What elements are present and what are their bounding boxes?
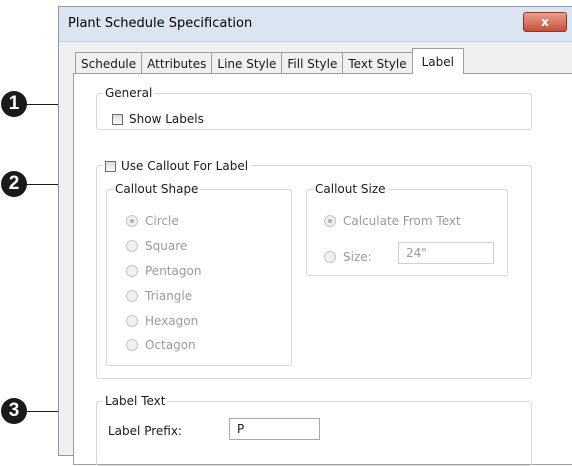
radio-calculate-button[interactable] xyxy=(324,215,336,227)
radio-pentagon-label: Pentagon xyxy=(145,264,202,278)
size-input[interactable]: 24" xyxy=(398,242,494,264)
radio-octagon-label: Octagon xyxy=(145,338,196,352)
radio-square-button[interactable] xyxy=(126,240,138,252)
radio-hexagon-button[interactable] xyxy=(126,315,138,327)
radio-hexagon-label: Hexagon xyxy=(145,314,199,328)
label-tab-panel: General Show Labels Use Callout For Labe… xyxy=(73,73,572,466)
radio-size-label: Size: xyxy=(343,250,372,264)
radio-triangle-button[interactable] xyxy=(126,290,138,302)
radio-octagon-button[interactable] xyxy=(126,339,138,351)
callout-number-2: 2 xyxy=(1,171,27,197)
use-callout-checkbox[interactable]: Use Callout For Label xyxy=(103,159,252,173)
tab-strip: Schedule Attributes Line Style Fill Styl… xyxy=(75,48,464,74)
radio-circle[interactable]: Circle xyxy=(126,214,179,228)
radio-size-button[interactable] xyxy=(324,251,336,263)
general-legend: General xyxy=(105,86,153,100)
show-labels-checkbox[interactable]: Show Labels xyxy=(112,112,204,126)
radio-circle-button[interactable] xyxy=(126,215,138,227)
show-labels-label: Show Labels xyxy=(129,112,204,126)
callout-number-3: 3 xyxy=(1,398,27,424)
label-text-legend: Label Text xyxy=(105,394,166,408)
radio-pentagon-button[interactable] xyxy=(126,265,138,277)
radio-square-label: Square xyxy=(145,239,188,253)
radio-calculate-from-text[interactable]: Calculate From Text xyxy=(324,214,461,228)
label-prefix-label: Label Prefix: xyxy=(108,424,182,438)
close-button[interactable]: x xyxy=(523,12,567,32)
radio-triangle-label: Triangle xyxy=(145,289,193,303)
tab-fill-style[interactable]: Fill Style xyxy=(281,52,344,74)
radio-square[interactable]: Square xyxy=(126,239,187,253)
radio-octagon[interactable]: Octagon xyxy=(126,338,196,352)
dialog-title: Plant Schedule Specification xyxy=(68,16,253,31)
show-labels-checkbox-box[interactable] xyxy=(112,113,123,125)
tab-label[interactable]: Label xyxy=(411,48,464,74)
tab-line-style[interactable]: Line Style xyxy=(211,52,283,74)
callout-shape-legend: Callout Shape xyxy=(115,182,199,196)
radio-calculate-label: Calculate From Text xyxy=(343,214,461,228)
callout-size-legend: Callout Size xyxy=(315,182,386,196)
radio-size[interactable]: Size: xyxy=(324,250,372,264)
tab-text-style[interactable]: Text Style xyxy=(342,52,413,74)
use-callout-checkbox-box[interactable] xyxy=(105,160,116,172)
plant-schedule-dialog: Plant Schedule Specification x Schedule … xyxy=(58,6,572,466)
callout-number-1: 1 xyxy=(1,91,27,117)
radio-pentagon[interactable]: Pentagon xyxy=(126,264,201,278)
dialog-title-bar[interactable]: Plant Schedule Specification x xyxy=(59,7,572,42)
radio-hexagon[interactable]: Hexagon xyxy=(126,314,198,328)
tab-schedule[interactable]: Schedule xyxy=(75,52,143,74)
radio-triangle[interactable]: Triangle xyxy=(126,289,192,303)
tab-attributes[interactable]: Attributes xyxy=(141,52,213,74)
radio-circle-label: Circle xyxy=(145,214,179,228)
close-icon: x xyxy=(541,15,549,29)
use-callout-label: Use Callout For Label xyxy=(121,159,249,173)
label-prefix-input[interactable]: P xyxy=(229,418,320,440)
